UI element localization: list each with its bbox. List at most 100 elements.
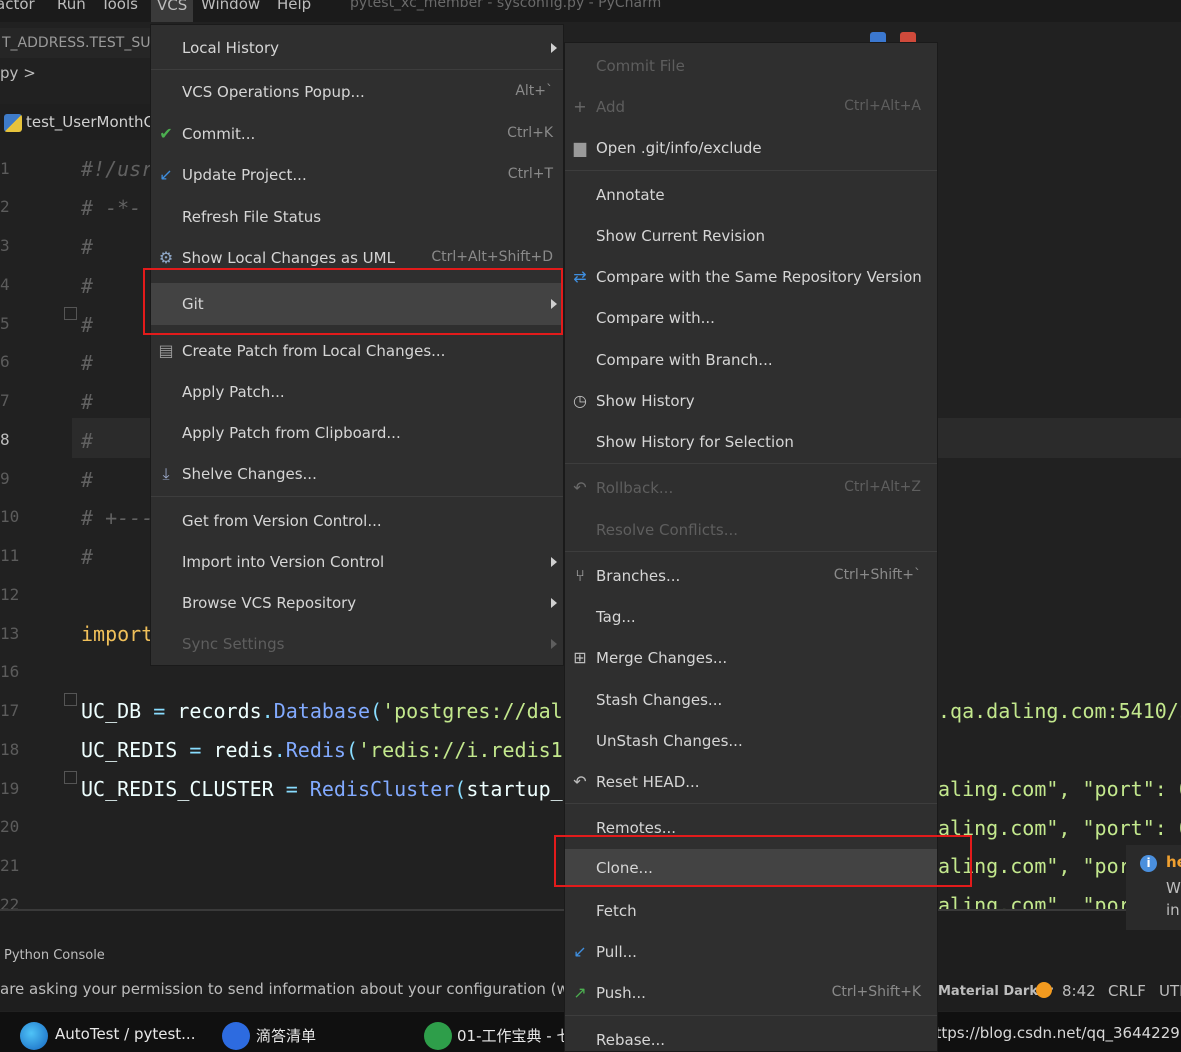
menu-item-add[interactable]: + Add Ctrl+Alt+A (565, 88, 937, 126)
menu-item-unstash-changes[interactable]: UnStash Changes... (565, 722, 937, 760)
menu-item-local-history[interactable]: Local History (151, 29, 563, 67)
menu-tools[interactable]: Tools (101, 0, 138, 13)
menu-item-label: VCS Operations Popup... (182, 83, 365, 101)
menu-item-tag[interactable]: Tag... (565, 598, 937, 636)
merge-icon: ⊞ (573, 648, 587, 667)
menu-item-open-git-info-exclude[interactable]: ▆ Open .git/info/exclude (565, 129, 937, 167)
code-line-tail[interactable]: aling.com", "port": 6 (938, 777, 1181, 801)
menu-item-create-patch-from-local-changes[interactable]: ▤ Create Patch from Local Changes... (151, 332, 563, 370)
fold-marker[interactable] (64, 771, 77, 784)
menu-item-show-current-revision[interactable]: Show Current Revision (565, 217, 937, 255)
menu-refactor[interactable]: actor (0, 0, 35, 13)
menu-item-compare-with-branch[interactable]: Compare with Branch... (565, 341, 937, 379)
breadcrumb[interactable]: py > (0, 64, 36, 82)
code-line-tail[interactable]: aling.com", "port": 6 (938, 816, 1181, 840)
menu-item-annotate[interactable]: Annotate (565, 176, 937, 214)
line-separator[interactable]: CRLF (1108, 982, 1146, 1000)
menu-item-stash-changes[interactable]: Stash Changes... (565, 681, 937, 719)
menu-item-refresh-file-status[interactable]: Refresh File Status (151, 198, 563, 236)
menu-item-pull[interactable]: ↙ Pull... (565, 933, 937, 971)
taskbar-item-browser[interactable]: AutoTest / pytest... (55, 1025, 195, 1043)
menu-item-rebase[interactable]: Rebase... (565, 1021, 937, 1052)
shelve-icon: ⤓ (162, 464, 170, 483)
menu-item-label: Apply Patch from Clipboard... (182, 424, 401, 442)
code-line[interactable]: # (81, 313, 93, 337)
menu-item-shortcut: Ctrl+Alt+A (844, 98, 921, 114)
menu-item-label: Refresh File Status (182, 208, 322, 226)
breadcrumb-file[interactable]: py (0, 64, 18, 82)
file-icon: ▆ (573, 138, 587, 157)
menu-item-compare-with-the-same-repository-version[interactable]: ⇄ Compare with the Same Repository Versio… (565, 258, 937, 296)
editor-tab[interactable]: test_UserMonthC (0, 104, 150, 140)
taskbar-item-dida[interactable]: 滴答清单 (256, 1025, 316, 1046)
menu-item-apply-patch[interactable]: Apply Patch... (151, 373, 563, 411)
menu-item-import-into-version-control[interactable]: Import into Version Control (151, 543, 563, 581)
line-number: 13 (0, 624, 20, 643)
menu-item-show-history-for-selection[interactable]: Show History for Selection (565, 423, 937, 461)
menu-item-browse-vcs-repository[interactable]: Browse VCS Repository (151, 584, 563, 622)
tab-label: test_UserMonthC (26, 113, 150, 131)
file-encoding[interactable]: UTI (1159, 982, 1181, 1000)
menu-item-push[interactable]: ↗ Push... Ctrl+Shift+K (565, 974, 937, 1012)
notification-balloon[interactable]: i he W in (1126, 845, 1181, 930)
menu-item-label: Create Patch from Local Changes... (182, 342, 446, 360)
python-console-tab[interactable]: Python Console (4, 948, 105, 963)
menu-item-label: Local History (182, 39, 280, 57)
evernote-icon[interactable] (424, 1022, 452, 1050)
breadcrumb-separator: > (23, 64, 36, 82)
menu-item-resolve-conflicts[interactable]: Resolve Conflicts... (565, 511, 937, 549)
fold-marker[interactable] (64, 307, 77, 320)
menu-help[interactable]: Help (277, 0, 311, 13)
menu-item-commit-file[interactable]: Commit File (565, 47, 937, 85)
menu-window[interactable]: Window (201, 0, 260, 13)
run-config-selector[interactable]: T_ADDRESS.TEST_SU (0, 28, 150, 58)
menu-vcs[interactable]: VCS (151, 0, 194, 22)
dida-check-icon[interactable] (222, 1022, 250, 1050)
menu-item-update-project[interactable]: ↙ Update Project... Ctrl+T (151, 156, 563, 194)
code-line[interactable]: # (81, 390, 93, 414)
code-line[interactable]: # (81, 351, 93, 375)
menu-item-vcs-operations-popup[interactable]: VCS Operations Popup... Alt+` (151, 73, 563, 111)
menu-item-compare-with[interactable]: Compare with... (565, 299, 937, 337)
code-line[interactable]: UC_REDIS = redis.Redis('redis://i.redis1 (81, 738, 563, 762)
code-line[interactable]: # -*- (81, 196, 141, 220)
code-line[interactable]: UC_REDIS_CLUSTER = RedisCluster(startup_ (81, 777, 563, 801)
code-line[interactable]: # (81, 468, 93, 492)
menu-item-merge-changes[interactable]: ⊞ Merge Changes... (565, 639, 937, 677)
code-line[interactable]: # (81, 274, 93, 298)
edge-browser-icon[interactable] (20, 1022, 48, 1050)
code-line[interactable]: UC_DB = records.Database('postgres://dal (81, 699, 563, 723)
menu-run[interactable]: Run (57, 0, 86, 13)
code-line[interactable]: #!/usr (81, 157, 153, 181)
line-number: 12 (0, 585, 20, 604)
menu-item-label: Pull... (596, 943, 637, 961)
fold-marker[interactable] (64, 693, 77, 706)
menu-item-sync-settings[interactable]: Sync Settings (151, 625, 563, 663)
menu-item-fetch[interactable]: Fetch (565, 892, 937, 930)
code-line[interactable]: # (81, 545, 93, 569)
update-arrow-icon: ↙ (159, 165, 173, 184)
status-message[interactable]: are asking your permission to send infor… (0, 980, 588, 998)
line-number: 20 (0, 817, 20, 836)
menu-item-show-history[interactable]: ◷ Show History (565, 382, 937, 420)
menu-item-apply-patch-from-clipboard[interactable]: Apply Patch from Clipboard... (151, 414, 563, 452)
menu-item-shelve-changes[interactable]: ⤓ Shelve Changes... (151, 455, 563, 493)
menu-item-label: Resolve Conflicts... (596, 521, 739, 539)
menu-item-commit[interactable]: ✔ Commit... Ctrl+K (151, 115, 563, 153)
git-submenu: Commit File + Add Ctrl+Alt+A ▆ Open .git/info… (564, 42, 938, 1052)
taskbar-item-notes[interactable]: 01-工作宝典 - 七 (457, 1025, 571, 1046)
line-number: 2 (0, 197, 10, 216)
caret-time[interactable]: 8:42 (1062, 982, 1096, 1000)
menu-item-reset-head[interactable]: ↶ Reset HEAD... (565, 763, 937, 801)
menu-item-label: UnStash Changes... (596, 732, 743, 750)
code-line[interactable]: # (81, 429, 93, 453)
code-line-tail[interactable]: .qa.daling.com:5410/s (938, 699, 1181, 723)
code-line[interactable]: import (81, 622, 153, 646)
menu-item-rollback[interactable]: ↶ Rollback... Ctrl+Alt+Z (565, 469, 937, 507)
menu-item-branches[interactable]: ⑂ Branches... Ctrl+Shift+` (565, 557, 937, 595)
menu-item-label: Push... (596, 984, 646, 1002)
window-title: pytest_xc_member - sysconfig.py - PyChar… (350, 0, 662, 11)
code-line[interactable]: # (81, 235, 93, 259)
check-icon: ✔ (159, 124, 173, 143)
menu-item-get-from-version-control[interactable]: Get from Version Control... (151, 502, 563, 540)
